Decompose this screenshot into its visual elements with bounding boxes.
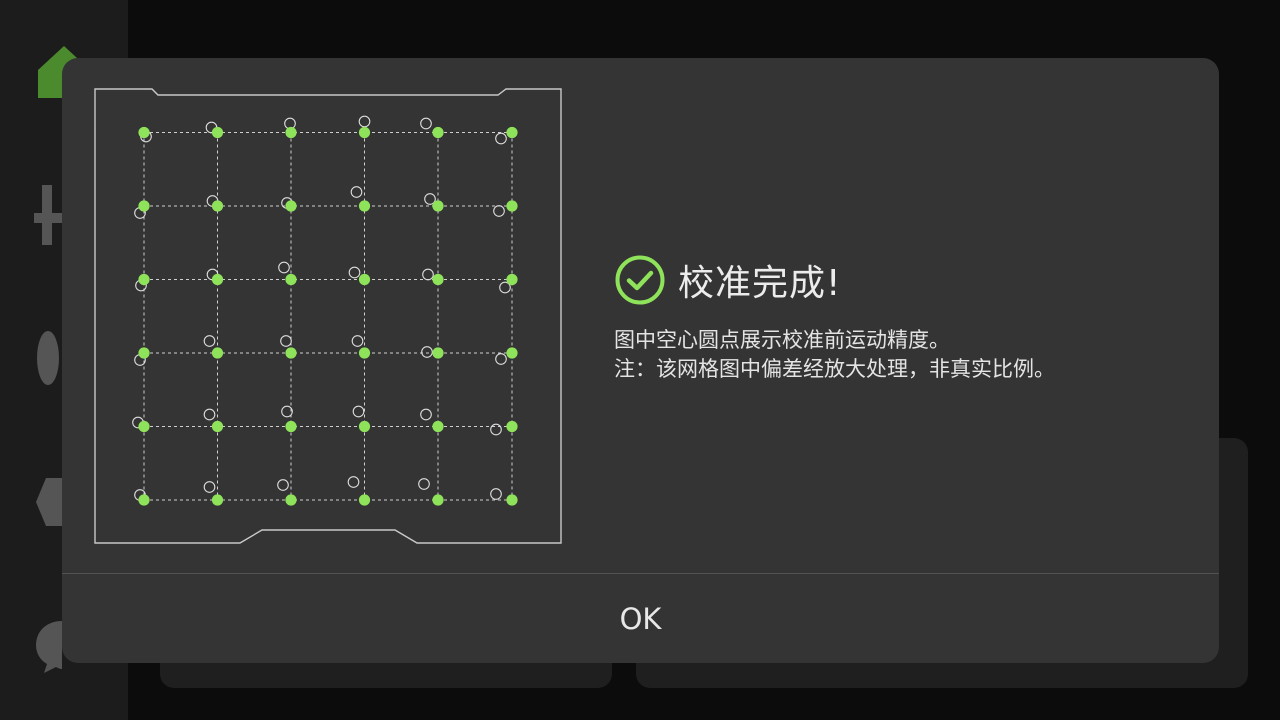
calibrated-point (285, 347, 297, 359)
calibrated-point (506, 273, 518, 286)
calibrated-point (138, 273, 150, 286)
calibration-grid (94, 88, 562, 544)
calibrated-point (285, 273, 297, 286)
pre-calibration-point (493, 205, 505, 217)
calibrated-point (211, 347, 224, 359)
calibrated-point (138, 494, 150, 506)
pre-calibration-point (490, 423, 502, 436)
calibrated-point (138, 347, 150, 359)
pre-calibration-point (352, 405, 365, 418)
description-line: 注：该网格图中偏差经放大处理，非真实比例。 (614, 357, 1055, 381)
dialog-description: 图中空心圆点展示校准前运动精度。 注：该网格图中偏差经放大处理，非真实比例。 (614, 326, 1194, 384)
calibrated-point (506, 200, 518, 212)
calibrated-point (432, 420, 444, 433)
calibrated-point (211, 420, 224, 433)
calibrated-point (358, 494, 371, 506)
calibrated-point (285, 126, 297, 139)
pre-calibration-point (422, 268, 434, 281)
pre-calibration-point (350, 186, 363, 198)
pre-calibration-point (420, 117, 432, 130)
pre-calibration-point (277, 479, 289, 491)
pre-calibration-point (203, 335, 216, 347)
result-panel: 校准完成! 图中空心圆点展示校准前运动精度。 注：该网格图中偏差经放大处理，非真… (614, 254, 1194, 384)
calibrated-point (358, 273, 371, 286)
calibrated-point (211, 200, 224, 212)
pre-calibration-point (347, 476, 360, 488)
calibrated-point (358, 126, 371, 139)
pre-calibration-point (203, 408, 216, 421)
pre-calibration-point (278, 261, 290, 274)
calibrated-point (432, 126, 444, 139)
calibrated-point (432, 494, 444, 506)
calibrated-point (138, 126, 150, 139)
check-circle-icon (615, 255, 665, 305)
calibrated-point (285, 200, 297, 212)
calibrated-point (432, 273, 444, 286)
calibration-complete-dialog: 校准完成! 图中空心圆点展示校准前运动精度。 注：该网格图中偏差经放大处理，非真… (62, 58, 1219, 663)
calibrated-point (138, 200, 150, 212)
pre-calibration-point (418, 478, 430, 490)
calibrated-point (138, 420, 150, 433)
pre-calibration-point (358, 115, 371, 128)
calibrated-point (211, 494, 224, 506)
calibrated-point (432, 200, 444, 212)
pre-calibration-point (495, 132, 507, 145)
calibrated-point (211, 273, 224, 286)
pre-calibration-point (420, 408, 432, 421)
calibrated-point (432, 347, 444, 359)
pre-calibration-point (421, 346, 433, 358)
calibrated-point (506, 494, 518, 506)
calibrated-point (358, 200, 371, 212)
calibrated-point (358, 420, 371, 433)
pre-calibration-point (348, 266, 361, 279)
pre-calibration-point (280, 335, 292, 347)
pre-calibration-point (495, 353, 507, 365)
dialog-title: 校准完成! (678, 263, 842, 304)
calibrated-point (285, 420, 297, 433)
ok-button[interactable]: OK (62, 574, 1219, 663)
calibrated-point (211, 126, 224, 139)
calibrated-point (506, 347, 518, 359)
calibrated-point (358, 347, 371, 359)
calibrated-point (285, 494, 297, 506)
description-line: 图中空心圆点展示校准前运动精度。 (614, 328, 950, 352)
calibrated-point (506, 126, 518, 139)
calibrated-point (506, 420, 518, 433)
pre-calibration-point (490, 488, 502, 500)
calibration-grid-panel (62, 58, 622, 573)
pre-calibration-point (351, 335, 364, 347)
pre-calibration-point (203, 481, 216, 493)
build-plate-outline (94, 88, 562, 544)
